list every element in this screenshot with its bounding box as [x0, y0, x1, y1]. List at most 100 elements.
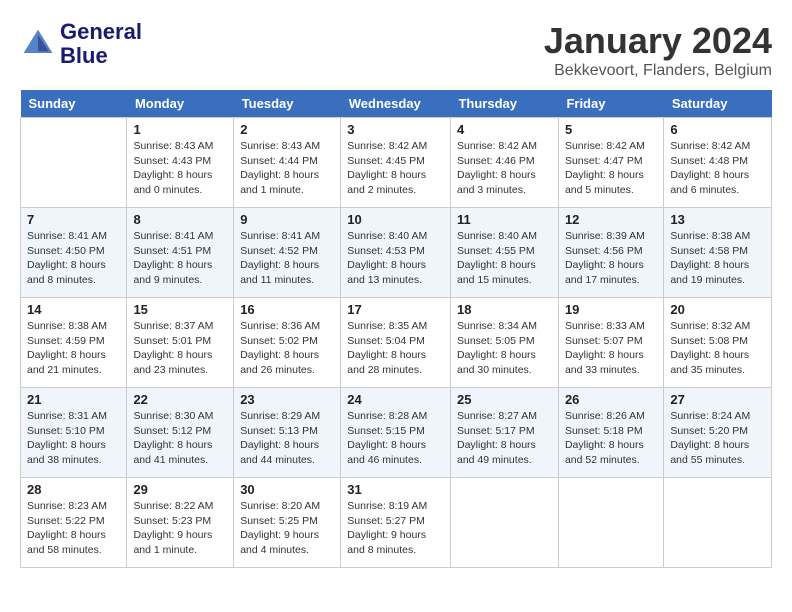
day-info: Sunrise: 8:35 AMSunset: 5:04 PMDaylight:…	[347, 319, 444, 378]
calendar-cell: 26 Sunrise: 8:26 AMSunset: 5:18 PMDayligh…	[558, 388, 663, 478]
weekday-header-monday: Monday	[127, 90, 234, 118]
week-row-2: 7Sunrise: 8:41 AMSunset: 4:50 PMDaylight…	[21, 208, 772, 298]
weekday-header-saturday: Saturday	[664, 90, 772, 118]
calendar-cell: 9Sunrise: 8:41 AMSunset: 4:52 PMDaylight…	[234, 208, 341, 298]
day-number: 13	[670, 212, 765, 227]
calendar-cell: 7Sunrise: 8:41 AMSunset: 4:50 PMDaylight…	[21, 208, 127, 298]
logo-icon	[20, 26, 56, 62]
day-info: Sunrise: 8:40 AMSunset: 4:55 PMDaylight:…	[457, 229, 552, 288]
day-info: Sunrise: 8:24 AMSunset: 5:20 PMDaylight:…	[670, 409, 765, 468]
day-info: Sunrise: 8:23 AMSunset: 5:22 PMDaylight:…	[27, 499, 120, 558]
day-number: 15	[133, 302, 227, 317]
day-info: Sunrise: 8:42 AMSunset: 4:45 PMDaylight:…	[347, 139, 444, 198]
calendar-cell: 25 Sunrise: 8:27 AMSunset: 5:17 PMDayligh…	[450, 388, 558, 478]
weekday-header-friday: Friday	[558, 90, 663, 118]
week-row-5: 28 Sunrise: 8:23 AMSunset: 5:22 PMDayligh…	[21, 478, 772, 568]
day-info: Sunrise: 8:40 AMSunset: 4:53 PMDaylight:…	[347, 229, 444, 288]
day-number: 12	[565, 212, 657, 227]
day-number: 4	[457, 122, 552, 137]
month-title: January 2024	[544, 20, 772, 62]
day-info: Sunrise: 8:38 AMSunset: 4:58 PMDaylight:…	[670, 229, 765, 288]
day-number: 18	[457, 302, 552, 317]
day-number: 25	[457, 392, 552, 407]
day-info: Sunrise: 8:30 AMSunset: 5:12 PMDaylight:…	[133, 409, 227, 468]
day-number: 5	[565, 122, 657, 137]
calendar-cell: 8 Sunrise: 8:41 AMSunset: 4:51 PMDaylight…	[127, 208, 234, 298]
location: Bekkevoort, Flanders, Belgium	[544, 62, 772, 80]
calendar-cell	[450, 478, 558, 568]
title-block: January 2024 Bekkevoort, Flanders, Belgi…	[544, 20, 772, 80]
day-number: 7	[27, 212, 120, 227]
day-info: Sunrise: 8:37 AMSunset: 5:01 PMDaylight:…	[133, 319, 227, 378]
day-number: 20	[670, 302, 765, 317]
calendar-cell: 13 Sunrise: 8:38 AMSunset: 4:58 PMDayligh…	[664, 208, 772, 298]
day-info: Sunrise: 8:22 AMSunset: 5:23 PMDaylight:…	[133, 499, 227, 558]
calendar-cell: 1 Sunrise: 8:43 AMSunset: 4:43 PMDaylight…	[127, 118, 234, 208]
calendar-cell: 11 Sunrise: 8:40 AMSunset: 4:55 PMDayligh…	[450, 208, 558, 298]
day-info: Sunrise: 8:19 AMSunset: 5:27 PMDaylight:…	[347, 499, 444, 558]
day-info: Sunrise: 8:41 AMSunset: 4:51 PMDaylight:…	[133, 229, 227, 288]
day-info: Sunrise: 8:42 AMSunset: 4:48 PMDaylight:…	[670, 139, 765, 198]
calendar-cell: 15 Sunrise: 8:37 AMSunset: 5:01 PMDayligh…	[127, 298, 234, 388]
weekday-header-row: SundayMondayTuesdayWednesdayThursdayFrid…	[21, 90, 772, 118]
day-number: 29	[133, 482, 227, 497]
calendar-cell	[21, 118, 127, 208]
calendar-cell: 31 Sunrise: 8:19 AMSunset: 5:27 PMDayligh…	[341, 478, 451, 568]
day-number: 26	[565, 392, 657, 407]
calendar-cell	[664, 478, 772, 568]
weekday-header-wednesday: Wednesday	[341, 90, 451, 118]
calendar-cell: 22Sunrise: 8:30 AMSunset: 5:12 PMDayligh…	[127, 388, 234, 478]
calendar-cell: 5Sunrise: 8:42 AMSunset: 4:47 PMDaylight…	[558, 118, 663, 208]
day-number: 27	[670, 392, 765, 407]
calendar-body: 1 Sunrise: 8:43 AMSunset: 4:43 PMDaylight…	[21, 118, 772, 568]
calendar-cell: 17 Sunrise: 8:35 AMSunset: 5:04 PMDayligh…	[341, 298, 451, 388]
calendar-cell: 28 Sunrise: 8:23 AMSunset: 5:22 PMDayligh…	[21, 478, 127, 568]
week-row-4: 21Sunrise: 8:31 AMSunset: 5:10 PMDayligh…	[21, 388, 772, 478]
day-number: 16	[240, 302, 334, 317]
day-info: Sunrise: 8:27 AMSunset: 5:17 PMDaylight:…	[457, 409, 552, 468]
calendar-cell	[558, 478, 663, 568]
calendar-cell: 4 Sunrise: 8:42 AMSunset: 4:46 PMDaylight…	[450, 118, 558, 208]
calendar-cell: 18 Sunrise: 8:34 AMSunset: 5:05 PMDayligh…	[450, 298, 558, 388]
day-info: Sunrise: 8:36 AMSunset: 5:02 PMDaylight:…	[240, 319, 334, 378]
day-info: Sunrise: 8:34 AMSunset: 5:05 PMDaylight:…	[457, 319, 552, 378]
weekday-header-thursday: Thursday	[450, 90, 558, 118]
day-number: 17	[347, 302, 444, 317]
day-info: Sunrise: 8:39 AMSunset: 4:56 PMDaylight:…	[565, 229, 657, 288]
day-number: 11	[457, 212, 552, 227]
day-number: 8	[133, 212, 227, 227]
day-number: 10	[347, 212, 444, 227]
day-number: 28	[27, 482, 120, 497]
calendar-cell: 29 Sunrise: 8:22 AMSunset: 5:23 PMDayligh…	[127, 478, 234, 568]
day-number: 2	[240, 122, 334, 137]
calendar-cell: 21Sunrise: 8:31 AMSunset: 5:10 PMDayligh…	[21, 388, 127, 478]
day-number: 30	[240, 482, 334, 497]
calendar-cell: 6 Sunrise: 8:42 AMSunset: 4:48 PMDaylight…	[664, 118, 772, 208]
calendar-cell: 24Sunrise: 8:28 AMSunset: 5:15 PMDayligh…	[341, 388, 451, 478]
calendar-cell: 12 Sunrise: 8:39 AMSunset: 4:56 PMDayligh…	[558, 208, 663, 298]
day-number: 6	[670, 122, 765, 137]
page-header: General Blue January 2024 Bekkevoort, Fl…	[20, 20, 772, 80]
weekday-header-tuesday: Tuesday	[234, 90, 341, 118]
calendar-cell: 2Sunrise: 8:43 AMSunset: 4:44 PMDaylight…	[234, 118, 341, 208]
logo: General Blue	[20, 20, 142, 68]
calendar-cell: 19Sunrise: 8:33 AMSunset: 5:07 PMDayligh…	[558, 298, 663, 388]
day-number: 31	[347, 482, 444, 497]
day-info: Sunrise: 8:20 AMSunset: 5:25 PMDaylight:…	[240, 499, 334, 558]
day-info: Sunrise: 8:26 AMSunset: 5:18 PMDaylight:…	[565, 409, 657, 468]
day-info: Sunrise: 8:42 AMSunset: 4:46 PMDaylight:…	[457, 139, 552, 198]
calendar-cell: 14Sunrise: 8:38 AMSunset: 4:59 PMDayligh…	[21, 298, 127, 388]
day-info: Sunrise: 8:38 AMSunset: 4:59 PMDaylight:…	[27, 319, 120, 378]
day-info: Sunrise: 8:43 AMSunset: 4:43 PMDaylight:…	[133, 139, 227, 198]
calendar-cell: 3 Sunrise: 8:42 AMSunset: 4:45 PMDaylight…	[341, 118, 451, 208]
day-info: Sunrise: 8:29 AMSunset: 5:13 PMDaylight:…	[240, 409, 334, 468]
weekday-header-sunday: Sunday	[21, 90, 127, 118]
calendar-cell: 30 Sunrise: 8:20 AMSunset: 5:25 PMDayligh…	[234, 478, 341, 568]
day-info: Sunrise: 8:33 AMSunset: 5:07 PMDaylight:…	[565, 319, 657, 378]
calendar-cell: 10 Sunrise: 8:40 AMSunset: 4:53 PMDayligh…	[341, 208, 451, 298]
week-row-1: 1 Sunrise: 8:43 AMSunset: 4:43 PMDaylight…	[21, 118, 772, 208]
day-info: Sunrise: 8:28 AMSunset: 5:15 PMDaylight:…	[347, 409, 444, 468]
day-number: 1	[133, 122, 227, 137]
day-number: 21	[27, 392, 120, 407]
day-number: 3	[347, 122, 444, 137]
